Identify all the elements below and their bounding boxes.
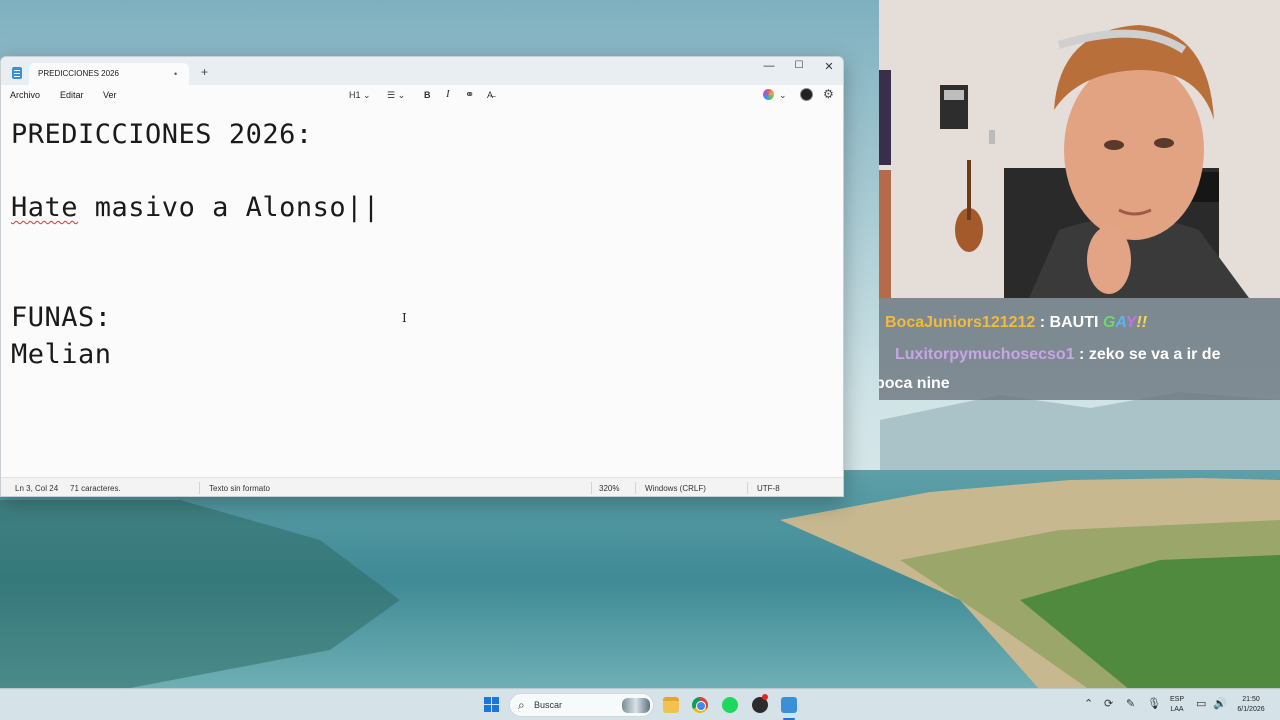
- text-editor[interactable]: PREDICCIONES 2026: Hate masivo a Alonso|…: [1, 107, 843, 477]
- file-explorer-icon[interactable]: [663, 697, 679, 713]
- unsaved-indicator-icon[interactable]: •: [174, 69, 177, 79]
- link-icon[interactable]: ⚭: [465, 88, 474, 101]
- language-indicator[interactable]: ESP LAA: [1166, 695, 1188, 715]
- tab-title: PREDICCIONES 2026: [38, 69, 119, 78]
- text-line-7: Melian: [11, 339, 112, 370]
- settings-gear-icon[interactable]: ⚙: [823, 87, 834, 101]
- chrome-icon[interactable]: [692, 697, 708, 713]
- spotify-icon[interactable]: [722, 697, 738, 713]
- chat-text: BAUTI: [1049, 314, 1103, 331]
- menu-file[interactable]: Archivo: [10, 90, 40, 100]
- line-ending[interactable]: Windows (CRLF): [645, 484, 706, 493]
- zoom-level[interactable]: 320%: [599, 484, 619, 493]
- format-mode[interactable]: Texto sin formato: [209, 484, 270, 493]
- emote-letter: !: [1141, 314, 1148, 331]
- status-divider: [747, 482, 748, 494]
- heading-dropdown[interactable]: H1 ⌄: [349, 90, 371, 101]
- list-dropdown[interactable]: ☰ ⌄: [387, 90, 405, 101]
- chat-overlay: BocaJuniors121212 : BAUTI GAY!! Luxitorp…: [879, 298, 1280, 400]
- network-icon[interactable]: ▭: [1196, 697, 1206, 710]
- tab-predicciones[interactable]: PREDICCIONES 2026 •: [29, 63, 189, 85]
- emote-letter: A: [1115, 314, 1126, 331]
- chat-message: Luxitorpymuchosecso1 : zeko se va a ir d…: [895, 346, 1220, 364]
- keyboard-layout: LAA: [1170, 706, 1184, 713]
- title-bar[interactable]: PREDICCIONES 2026 • + — ☐ ✕: [1, 57, 843, 85]
- taskbar-search-input[interactable]: ⌕ Buscar: [509, 693, 654, 717]
- search-icon: ⌕: [518, 698, 525, 712]
- text-line-6: FUNAS:: [11, 302, 112, 333]
- new-tab-button[interactable]: +: [201, 65, 208, 79]
- tray-overflow-chevron-icon[interactable]: ⌃: [1084, 697, 1093, 710]
- search-highlight-image: [622, 698, 650, 713]
- character-count: 71 caracteres.: [70, 484, 121, 493]
- menu-bar: Archivo Editar Ver H1 ⌄ ☰ ⌄ B I ⚭ A̶ ⌄: [1, 85, 843, 107]
- recording-badge-icon: [762, 694, 768, 700]
- spellcheck-word[interactable]: Hate: [11, 192, 78, 223]
- status-divider: [199, 482, 200, 494]
- taskbar: ⌕ Buscar ⌃ ⟳ ✎ 🎙 ESP LAA ▭ 🔊 21:50 6/1/2…: [0, 688, 1280, 720]
- chat-message: BocaJuniors121212 : BAUTI GAY!!: [885, 314, 1147, 332]
- minimize-button[interactable]: —: [755, 60, 783, 72]
- microphone-icon[interactable]: 🎙: [1147, 697, 1161, 710]
- clock-date: 6/1/2026: [1237, 706, 1265, 713]
- text-line-3: Hate masivo a Alonso||: [11, 192, 380, 223]
- copilot-chevron-icon[interactable]: ⌄: [779, 90, 787, 101]
- bold-button[interactable]: B: [424, 90, 431, 100]
- chat-username: Luxitorpymuchosecso1: [895, 346, 1075, 363]
- encoding[interactable]: UTF-8: [757, 484, 780, 493]
- notepad-app-icon: [12, 67, 22, 79]
- sync-icon[interactable]: ⟳: [1104, 697, 1113, 710]
- emote-letter: G: [1102, 314, 1116, 331]
- webcam-feed: [879, 0, 1280, 298]
- clock[interactable]: 21:50 6/1/2026: [1230, 695, 1272, 715]
- italic-button[interactable]: I: [446, 88, 450, 100]
- language-code: ESP: [1169, 696, 1184, 703]
- volume-icon[interactable]: 🔊: [1213, 697, 1227, 710]
- account-avatar[interactable]: [800, 88, 813, 101]
- rainbow-emote: GAY!!: [1103, 314, 1147, 331]
- menu-edit[interactable]: Editar: [60, 90, 84, 100]
- chat-separator: :: [1035, 314, 1050, 331]
- chat-text: zeko se va a ir de: [1088, 346, 1221, 363]
- pen-icon[interactable]: ✎: [1126, 697, 1135, 710]
- search-placeholder: Buscar: [534, 700, 563, 710]
- clock-time: 21:50: [1242, 696, 1260, 703]
- status-bar: Ln 3, Col 24 71 caracteres. Texto sin fo…: [1, 477, 843, 496]
- status-divider: [591, 482, 592, 494]
- notepad-window: PREDICCIONES 2026 • + — ☐ ✕ Archivo Edit…: [0, 56, 844, 497]
- chat-separator: :: [1074, 346, 1089, 363]
- chat-username: BocaJuniors121212: [885, 314, 1036, 331]
- status-divider: [635, 482, 636, 494]
- notepad-taskbar-icon[interactable]: [781, 697, 797, 713]
- text-line-1: PREDICCIONES 2026:: [11, 119, 313, 150]
- text-line-3-rest: masivo a Alonso||: [78, 192, 380, 223]
- clear-format-icon[interactable]: A̶: [487, 90, 493, 100]
- emote-letter: Y: [1125, 314, 1137, 331]
- webcam-image: [879, 0, 1280, 298]
- menu-view[interactable]: Ver: [103, 90, 117, 100]
- close-button[interactable]: ✕: [815, 60, 843, 73]
- start-icon[interactable]: [484, 697, 500, 713]
- copilot-icon[interactable]: [763, 89, 774, 100]
- maximize-button[interactable]: ☐: [785, 60, 813, 71]
- chat-text-continued: boca nine: [879, 375, 950, 392]
- mouse-ibeam-cursor-icon: I: [402, 311, 407, 325]
- cursor-position: Ln 3, Col 24: [15, 484, 59, 493]
